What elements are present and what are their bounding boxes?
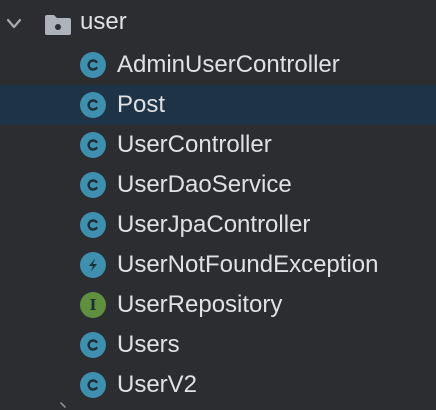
tree-item-label: Users (117, 331, 180, 358)
tree-item-post[interactable]: Post (0, 85, 436, 125)
tree-item-usernotfoundexception[interactable]: UserNotFoundException (0, 245, 436, 285)
class-icon (80, 372, 106, 398)
tree-item-label: UserV2 (117, 371, 198, 398)
class-icon (80, 212, 106, 238)
tree-item-label: UserController (117, 131, 272, 158)
tree-item-users[interactable]: Users (0, 325, 436, 365)
interface-icon: I (80, 292, 106, 318)
class-icon (80, 332, 106, 358)
interface-letter-icon: I (89, 295, 97, 314)
tree-item-label: UserRepository (117, 291, 283, 318)
tree-item-label: UserDaoService (117, 171, 292, 198)
tree-item-userjpacontroller[interactable]: UserJpaController (0, 205, 436, 245)
tree-item-label: AdminUserController (117, 51, 340, 78)
tree-item-label: Post (117, 91, 166, 118)
class-icon (80, 132, 106, 158)
tree-item-label: UserNotFoundException (117, 251, 379, 278)
class-icon (80, 172, 106, 198)
folder-label: user (80, 8, 127, 35)
tree-item-userdaoservice[interactable]: UserDaoService (0, 165, 436, 205)
tree-item-userv2[interactable]: UserV2 (0, 365, 436, 405)
project-tree: user AdminUserController Post UserContro… (0, 0, 436, 410)
chevron-right-icon[interactable] (58, 402, 68, 410)
tree-item-label: UserJpaController (117, 211, 311, 238)
tree-item-adminusercontroller[interactable]: AdminUserController (0, 45, 436, 85)
tree-item-usercontroller[interactable]: UserController (0, 125, 436, 165)
tree-folder-user[interactable]: user (0, 4, 436, 44)
class-icon (80, 52, 106, 78)
chevron-down-icon[interactable] (4, 14, 24, 34)
class-icon (80, 92, 106, 118)
package-folder-icon (45, 15, 71, 35)
tree-item-userrepository[interactable]: I UserRepository (0, 285, 436, 325)
exception-class-icon (80, 252, 106, 278)
